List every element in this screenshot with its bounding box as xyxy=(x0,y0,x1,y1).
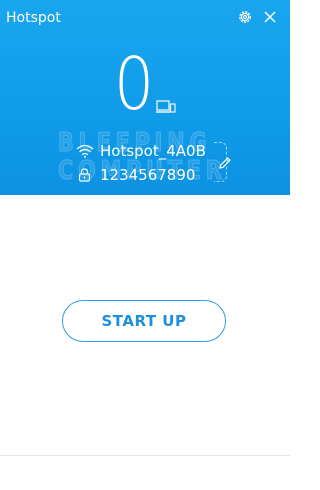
settings-button[interactable] xyxy=(237,9,253,25)
lock-icon xyxy=(78,168,91,182)
devices-icon xyxy=(156,100,176,113)
footer-divider xyxy=(0,455,290,456)
password-row: 1234567890 xyxy=(78,164,195,186)
connected-devices-count: 0 xyxy=(113,42,155,126)
hotspot-ssid: Hotspot_4A0B xyxy=(100,142,206,160)
ssid-row: Hotspot_4A0B xyxy=(76,140,206,162)
start-up-button[interactable]: START UP xyxy=(62,300,226,342)
close-icon xyxy=(264,11,276,23)
close-button[interactable] xyxy=(262,9,278,25)
hotspot-window: Hotspot 0 BLEEPING COMPUTER Hotspot_4A0B… xyxy=(0,0,290,490)
hotspot-header: Hotspot 0 BLEEPING COMPUTER Hotspot_4A0B… xyxy=(0,0,290,195)
gear-icon xyxy=(239,11,251,23)
edit-credentials-button[interactable] xyxy=(214,142,234,182)
wifi-icon xyxy=(76,144,94,158)
window-title: Hotspot xyxy=(6,10,61,26)
pencil-icon xyxy=(219,157,231,169)
hotspot-password: 1234567890 xyxy=(100,166,196,184)
